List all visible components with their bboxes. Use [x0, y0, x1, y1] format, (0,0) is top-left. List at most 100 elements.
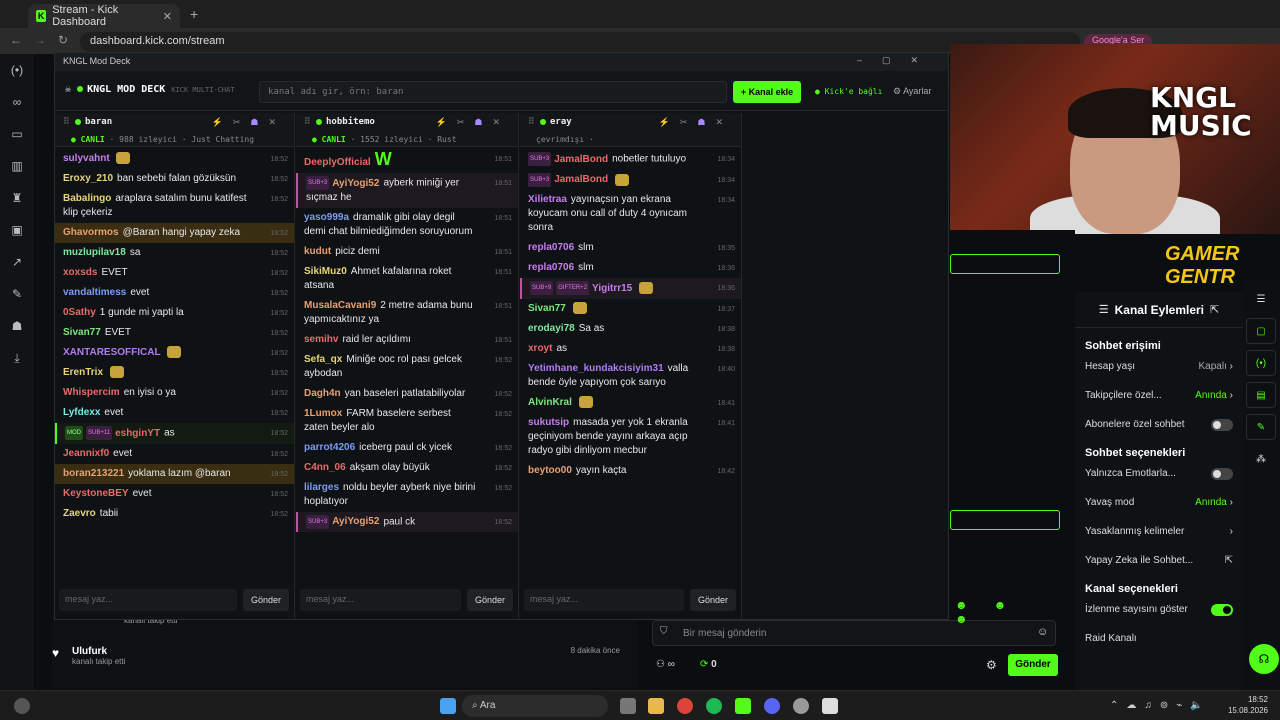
chat-message[interactable]: DeeplyOfficial W 18:51	[296, 149, 518, 173]
chat-message[interactable]: Babalingo araplara satalım bunu katifest …	[55, 189, 294, 223]
channel-option-row[interactable]: Yavaş mod Anında ›	[1085, 488, 1233, 517]
column-tools[interactable]: ⚡✂☗✕	[212, 117, 286, 128]
username[interactable]: xoxsds	[63, 267, 97, 278]
channel-option-row[interactable]: Takipçilere özel... Anında ›	[1085, 381, 1233, 410]
mod-deck-app-icon[interactable]	[822, 698, 838, 714]
back-icon[interactable]: ←	[10, 33, 22, 47]
username[interactable]: ErenTrix	[63, 367, 103, 378]
username[interactable]: DeeplyOfficial	[304, 157, 371, 168]
chat-settings-icon[interactable]: ⚙	[986, 658, 997, 672]
taskbar-search[interactable]: ⌕ Ara	[462, 695, 608, 717]
username[interactable]: sulyvahnt	[63, 153, 110, 164]
live-icon[interactable]: (•)	[1246, 350, 1276, 376]
username[interactable]: parrot4206	[304, 442, 355, 453]
chat-message[interactable]: SUB+9 GIFTER+2 Yigitrr15 18:36	[520, 278, 741, 299]
chat-message[interactable]: Ghavormos @Baran hangi yapay zeka 18:52	[55, 223, 294, 243]
username[interactable]: semihv	[304, 334, 338, 345]
username[interactable]: SikiMuz0	[304, 266, 347, 277]
username[interactable]: Ghavormos	[63, 227, 119, 238]
share-icon[interactable]: ⁂	[1246, 446, 1276, 472]
popout-icon[interactable]: ⇱	[1210, 303, 1219, 316]
window-icon[interactable]: ▭	[0, 118, 34, 150]
spotify-icon[interactable]	[706, 698, 722, 714]
username[interactable]: beytoo00	[528, 465, 572, 476]
kick-app-icon[interactable]	[735, 698, 751, 714]
stream-field-2[interactable]	[950, 510, 1060, 530]
toggle-switch[interactable]	[1211, 603, 1233, 616]
toggle-switch[interactable]	[1211, 418, 1233, 431]
chat-message[interactable]: beytoo00 yayın kaçta 18:42	[520, 461, 741, 481]
chat-message[interactable]: parrot4206 iceberg paul ck yicek 18:52	[296, 438, 518, 458]
add-channel-button[interactable]: + Kanal ekle	[733, 81, 801, 103]
emoji-icon[interactable]: ☺	[1037, 626, 1048, 638]
chat-message[interactable]: yaso999a dramalık gibi olay degil demi ch…	[296, 208, 518, 242]
start-icon[interactable]	[440, 698, 456, 714]
channel-option-row[interactable]: Raid Kanalı	[1085, 624, 1233, 653]
chat-message[interactable]: SUB+3 JamalBond nobetler tutuluyo 18:34	[520, 149, 741, 170]
username[interactable]: xroyt	[528, 343, 552, 354]
stream-field-1[interactable]	[950, 254, 1060, 274]
media-icon[interactable]: ▣	[0, 214, 34, 246]
message-input[interactable]: mesaj yaz...	[524, 589, 684, 611]
username[interactable]: JamalBond	[554, 174, 608, 185]
username[interactable]: Whispercim	[63, 387, 120, 398]
live-icon[interactable]: (•)	[0, 54, 34, 86]
username[interactable]: Xilietraa	[528, 194, 567, 205]
username[interactable]: sukutsip	[528, 417, 569, 428]
username[interactable]: AlvinKral	[528, 397, 572, 408]
username[interactable]: repla0706	[528, 242, 574, 253]
chat-message[interactable]: MOD SUB+11 eshginYT as 18:52	[55, 423, 294, 444]
chat-message[interactable]: Sivan77 EVET 18:52	[55, 323, 294, 343]
chat-message[interactable]: Yetimhane_kundakcisiyim31 valla bende öyl…	[520, 359, 741, 393]
username[interactable]: AyiYogi52	[332, 178, 379, 189]
channel-name-input[interactable]: kanal adı gir, örn: baran	[259, 81, 727, 103]
username[interactable]: C4nn_06	[304, 462, 346, 473]
username[interactable]: Dagh4n	[304, 388, 341, 399]
column-tools[interactable]: ⚡✂☗✕	[659, 117, 733, 128]
chat-message[interactable]: kudut piciz demi 18:51	[296, 242, 518, 262]
username[interactable]: Babalingo	[63, 193, 111, 204]
chat-message[interactable]: SUB+3 AyiYogi52 ayberk miniği yer sıçmaz h…	[296, 173, 518, 208]
chat-message[interactable]: repla0706 slm 18:35	[520, 238, 741, 258]
chat-icon[interactable]: ▢	[1246, 318, 1276, 344]
chat-message[interactable]: Eroxy_210 ban sebebi falan gözüksün 18:52	[55, 169, 294, 189]
username[interactable]: Sefa_qx	[304, 354, 342, 365]
toggle-switch[interactable]	[1211, 467, 1233, 480]
reload-icon[interactable]: ↻	[58, 33, 68, 47]
chat-message[interactable]: SUB+3 AyiYogi52 paul ck 18:52	[296, 511, 518, 533]
channel-option-row[interactable]: İzlenme sayısını göster	[1085, 595, 1233, 624]
username[interactable]: Jeannixf0	[63, 448, 109, 459]
chat-message[interactable]: semihv raid ler açıldımı 18:51	[296, 330, 518, 350]
username[interactable]: yaso999a	[304, 212, 349, 223]
username[interactable]: Yigitrr15	[592, 283, 632, 294]
username[interactable]: Eroxy_210	[63, 173, 113, 184]
chat-message[interactable]: erodayi78 Sa as 18:38	[520, 319, 741, 339]
username[interactable]: muzlupilav18	[63, 247, 126, 258]
username[interactable]: vandaltimess	[63, 287, 126, 298]
username[interactable]: boran213221	[63, 468, 124, 479]
chat-message[interactable]: vandaltimess evet 18:52	[55, 283, 294, 303]
username[interactable]: AyiYogi52	[332, 516, 379, 527]
chat-message[interactable]: Dagh4n yan baseleri patlatabiliyolar 18:52	[296, 384, 518, 404]
chat-message[interactable]: muzlupilav18 sa 18:52	[55, 243, 294, 263]
chat-message[interactable]: Sivan77 18:37	[520, 299, 741, 319]
url-field[interactable]: dashboard.kick.com/stream	[80, 32, 1080, 52]
explorer-icon[interactable]	[648, 698, 664, 714]
wrench-icon[interactable]: ✎	[1246, 414, 1276, 440]
chat-message[interactable]: sulyvahnt 18:52	[55, 149, 294, 169]
weather-icon[interactable]	[14, 698, 30, 714]
window-controls[interactable]: –▢✕	[857, 55, 938, 66]
username[interactable]: erodayi78	[528, 323, 575, 334]
chat-message[interactable]: SUB+3 JamalBond 18:34	[520, 170, 741, 191]
send-button[interactable]: Gönder	[243, 589, 289, 611]
list-icon[interactable]: ☰	[1246, 286, 1276, 312]
username[interactable]: 0Sathy	[63, 307, 96, 318]
channel-option-row[interactable]: Yasaklanmış kelimeler ›	[1085, 517, 1233, 546]
username[interactable]: KeystoneBEY	[63, 488, 129, 499]
discord-icon[interactable]	[764, 698, 780, 714]
send-button[interactable]: Gönder	[467, 589, 513, 611]
chat-message[interactable]: xoxsds EVET 18:52	[55, 263, 294, 283]
message-input[interactable]: mesaj yaz...	[300, 589, 461, 611]
chat-message[interactable]: MusalaCavani9 2 metre adama bunu yapmıcak…	[296, 296, 518, 330]
chat-message[interactable]: xroyt as 18:38	[520, 339, 741, 359]
